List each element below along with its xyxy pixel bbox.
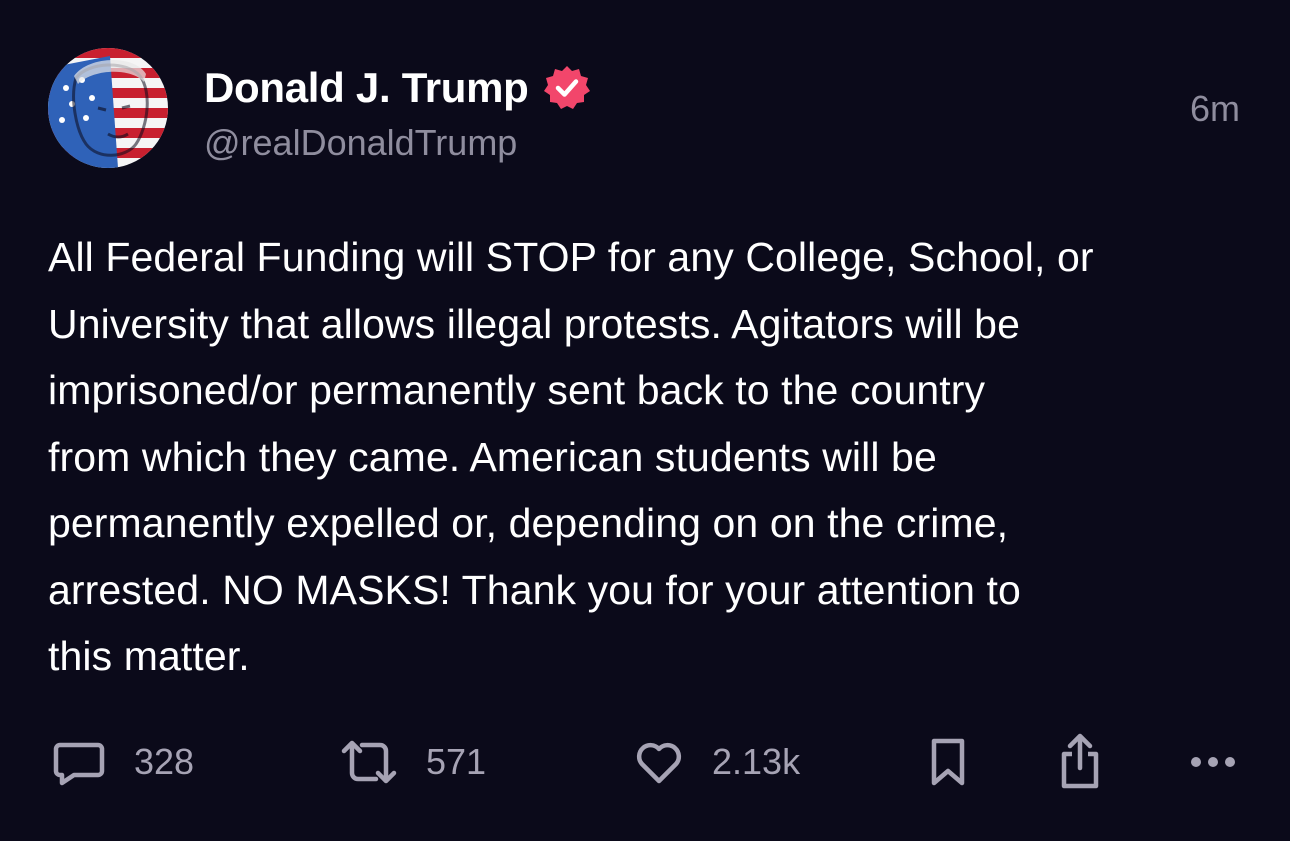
post-body-line: arrested. NO MASKS! Thank you for your a… [48, 566, 1021, 613]
post-body-line: imprisoned/or permanently sent back to t… [48, 367, 986, 413]
repost-count: 571 [426, 741, 487, 782]
bookmark-icon [931, 738, 965, 786]
share-icon [1061, 733, 1099, 789]
avatar-image [48, 48, 168, 168]
more-options-button[interactable] [1190, 730, 1236, 794]
reply-icon [53, 742, 105, 786]
reply-button[interactable]: 328 [52, 730, 194, 794]
bookmark-button[interactable] [928, 730, 968, 794]
author-row: Donald J. Trump [204, 60, 591, 116]
share-button[interactable] [1056, 730, 1104, 794]
like-button[interactable]: 2.13k [634, 730, 800, 794]
more-icon [1191, 757, 1235, 767]
repost-icon [341, 740, 397, 784]
post-body-line: permanently expelled or, depending on on… [48, 500, 1009, 546]
reply-count: 328 [134, 741, 195, 782]
display-name[interactable]: Donald J. Trump [204, 64, 529, 112]
heart-icon [636, 742, 682, 784]
author-handle[interactable]: @realDonaldTrump [204, 122, 517, 164]
post-body-line: from which they came. American students … [48, 433, 937, 480]
like-count: 2.13k [712, 741, 801, 782]
verified-badge-icon [543, 66, 590, 109]
post-timestamp[interactable]: 6m [1190, 88, 1240, 130]
avatar[interactable] [48, 48, 168, 168]
post-body: All Federal Funding will STOP for any Co… [48, 224, 1248, 690]
post-body-line: this matter. [48, 633, 250, 679]
action-bar: 328 571 2.13k [0, 730, 1290, 794]
post-card: Donald J. Trump @realDonaldTrump 6m All … [0, 0, 1290, 841]
repost-button[interactable]: 571 [340, 730, 486, 794]
post-body-line: University that allows illegal protests.… [48, 300, 1020, 347]
post-body-line: All Federal Funding will STOP for any Co… [48, 234, 1094, 280]
